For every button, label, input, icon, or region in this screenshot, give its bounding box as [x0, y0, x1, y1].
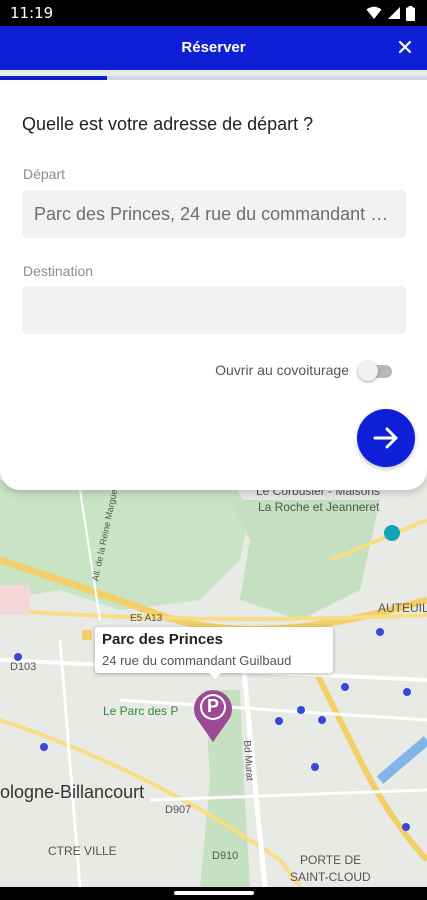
departure-label: Départ	[23, 166, 66, 182]
status-time: 11:19	[10, 4, 54, 22]
destination-input[interactable]	[22, 286, 406, 334]
question-heading: Quelle est votre adresse de départ ?	[22, 114, 314, 134]
callout-pointer	[208, 672, 222, 679]
pin-letter: P	[206, 696, 219, 716]
location-callout[interactable]: Parc des Princes 24 rue du commandant Gu…	[95, 627, 333, 679]
destination-label: Destination	[23, 263, 94, 279]
signal-icon	[388, 7, 400, 19]
map-label-boulogne: ologne-Billancourt	[0, 782, 145, 802]
carpool-label: Ouvrir au covoiturage	[215, 362, 349, 378]
navigation-bar	[0, 887, 427, 900]
map-label-d103: D103	[10, 661, 37, 673]
toggle-knob	[358, 361, 378, 381]
close-icon	[398, 40, 412, 54]
map-label-parc: Le Parc des P	[103, 704, 179, 718]
map-label-la-roche: La Roche et Jeanneret	[258, 500, 380, 514]
map-label-centre-ville: CTRE VILLE	[48, 844, 117, 858]
battery-icon	[406, 5, 415, 21]
status-bar: 11:19	[0, 0, 427, 26]
map-label-auteuil: AUTEUIL	[378, 601, 427, 615]
map-label-porte-2: SAINT-CLOUD	[290, 870, 371, 884]
map-label-d910: D910	[212, 850, 239, 862]
home-handle[interactable]	[174, 891, 254, 895]
map-label-d907: D907	[165, 804, 192, 816]
callout-subtitle: 24 rue du commandant Guilbaud	[102, 653, 292, 668]
map[interactable]: Le Corbusier - Maisons La Roche et Jeann…	[0, 480, 427, 887]
callout-title: Parc des Princes	[102, 631, 223, 648]
departure-input[interactable]: Parc des Princes, 24 rue du commandant G…	[22, 190, 406, 238]
next-button[interactable]	[357, 409, 415, 467]
map-background	[0, 480, 427, 887]
booking-card: Quelle est votre adresse de départ ? Dép…	[0, 80, 427, 490]
carpool-toggle[interactable]	[358, 360, 394, 382]
close-button[interactable]	[395, 37, 415, 57]
wifi-icon	[366, 6, 382, 19]
map-label-porte-1: PORTE DE	[300, 853, 362, 867]
arrow-right-icon	[373, 427, 398, 449]
app-header: Réserver	[0, 26, 427, 70]
status-icons	[366, 5, 415, 21]
page-title: Réserver	[181, 39, 246, 56]
location-pin[interactable]: P	[194, 688, 232, 742]
map-label-a13: E5 A13	[130, 613, 163, 624]
